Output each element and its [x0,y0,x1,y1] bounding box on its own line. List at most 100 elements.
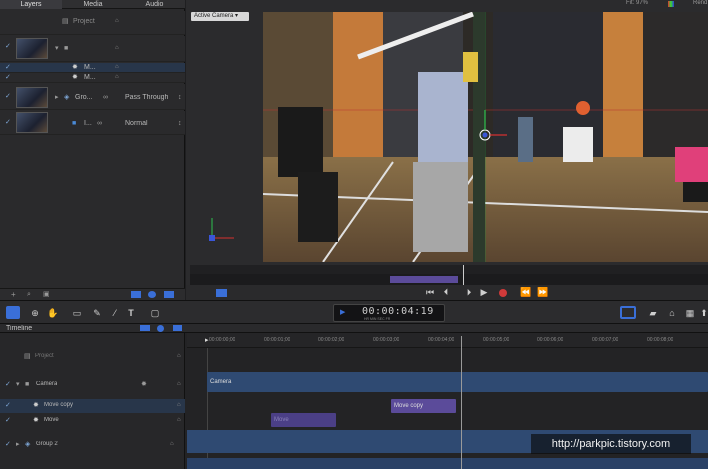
settings-icon[interactable]: ▣ [43,291,50,298]
lock-icon[interactable]: ⌂ [170,441,174,447]
visibility-checkbox[interactable]: ✓ [5,43,11,50]
lock-icon[interactable]: ⌂ [115,74,119,80]
visibility-checkbox[interactable]: ✓ [5,381,11,388]
timeline-layer-list: ▤ Project ⌂ ✓ ▾ ■ Camera ✸ ⌂ ✓ ✸ Move co… [0,333,185,469]
behavior-gear-icon: ✸ [33,402,39,409]
timecode-display[interactable]: ▶ 00:00:04:19 HR MIN SEC FR [333,304,445,322]
visibility-checkbox[interactable]: ✓ [5,64,11,71]
color-channels-icon[interactable] [668,1,674,7]
visibility-checkbox[interactable]: ✓ [5,402,11,409]
select-tool-icon[interactable] [6,306,20,319]
canvas-view-button[interactable] [620,306,636,319]
gym-scene-image [263,12,708,262]
lock-icon[interactable]: ⌂ [177,381,181,387]
link-icon: ∞ [97,120,102,127]
timeline-row-move-copy[interactable]: ✓ ✸ Move copy ⌂ [0,399,185,413]
mini-timeline-ruler[interactable] [190,265,708,274]
share-icon[interactable]: ⬆ [700,307,708,319]
generator-icon[interactable]: ⌂ [665,307,679,319]
search-icon[interactable]: ⌕ [27,291,31,298]
fit-label[interactable]: Fit: 97% [626,0,648,6]
next-keyframe-icon[interactable]: ⏩ [536,286,550,298]
tab-media[interactable]: Media [62,0,124,9]
project-label: Project [73,18,95,25]
lock-icon[interactable]: ⌂ [177,353,181,359]
timeline-view-button-2[interactable] [157,325,164,332]
disclosure-triangle-icon[interactable]: ▸ [55,94,59,101]
lock-icon[interactable]: ⌂ [115,18,119,24]
timeline-row-group-2[interactable]: ✓ ▸ ◈ Group 2 ⌂ [0,436,185,454]
layer-row-project[interactable]: ▤ Project ⌂ [0,11,185,35]
timeline-playhead[interactable] [461,336,462,469]
visibility-checkbox[interactable]: ✓ [5,74,11,81]
timeline-row-project[interactable]: ▤ Project ⌂ [0,347,185,367]
timeline-row-move[interactable]: ✓ ✸ Move ⌂ [0,414,185,428]
filters-icon[interactable]: ▦ [683,307,697,319]
audio-toggle-icon[interactable] [216,289,227,297]
prev-keyframe-icon[interactable]: ⏪ [519,286,533,298]
visibility-checkbox[interactable]: ✓ [5,119,11,126]
axis-gizmo-icon [209,218,234,241]
layer-row-image[interactable]: ✓ ■ I... ∞ Normal ↕ [0,111,185,135]
lock-icon[interactable]: ⌂ [115,64,119,70]
pan-tool-icon[interactable]: ✋ [46,307,60,319]
shape-tool-icon[interactable]: ▭ [70,307,84,319]
record-icon[interactable] [499,289,507,297]
layer-row-move[interactable]: ✓ ✸ M... ⌂ [0,73,185,83]
blend-mode-label[interactable]: Pass Through [125,94,168,101]
behavior-gear-icon: ✸ [72,74,78,81]
layer-row-group[interactable]: ✓ ▾ ■ ⌂ [0,36,185,62]
step-forward-icon[interactable]: ⏵ [462,286,476,298]
mini-timeline[interactable] [190,265,708,285]
timecode-units: HR MIN SEC FR [364,317,391,321]
brush-tool-icon[interactable]: ⁄ [108,307,122,319]
add-icon[interactable]: + [11,291,16,299]
layer-thumbnail [16,112,48,133]
stepper-icon[interactable]: ↕ [178,120,182,127]
go-to-start-icon[interactable]: ⏮ [423,286,437,298]
blend-mode-label[interactable]: Normal [125,120,148,127]
camera-clip[interactable]: Camera [207,372,708,392]
visibility-checkbox[interactable]: ✓ [5,417,11,424]
group-stack-icon: ◈ [25,441,31,448]
mask-tool-icon[interactable]: ▢ [148,307,162,319]
view-button-2[interactable] [148,291,156,298]
ruler-tick-label: 00:00:00;00 [209,337,236,343]
group-stack-icon: ◈ [64,94,70,101]
disclosure-triangle-icon[interactable]: ▾ [55,45,59,52]
stepper-icon[interactable]: ↕ [178,94,182,101]
timeline-view-button-3[interactable] [173,325,182,331]
layer-row-move-copy[interactable]: ✓ ✸ M... ⌂ [0,63,185,73]
canvas-video-frame[interactable] [263,12,708,262]
lock-icon[interactable]: ⌂ [177,417,181,423]
visibility-checkbox[interactable]: ✓ [5,93,11,100]
tab-audio[interactable]: Audio [124,0,185,9]
move-copy-clip[interactable]: Move copy [391,399,456,413]
move-clip[interactable]: Move [271,413,336,427]
view-button-3[interactable] [164,291,174,298]
active-camera-menu[interactable]: Active Camera ▾ [191,12,249,21]
timeline-ruler[interactable]: ▸ 00:00:00;00 00:00:01;00 00:00:02;00 00… [187,333,708,348]
image-layer-clip[interactable] [187,458,708,469]
mini-timeline-clip[interactable] [390,276,458,283]
lock-icon[interactable]: ⌂ [177,402,181,408]
mini-playhead[interactable] [463,265,464,285]
pen-tool-icon[interactable]: ✎ [90,307,104,319]
play-icon[interactable]: ▶ [477,286,491,298]
tab-layers[interactable]: Layers [0,0,62,9]
lock-icon[interactable]: ⌂ [115,45,119,51]
disclosure-triangle-icon[interactable]: ▾ [16,381,20,388]
step-back-icon[interactable]: ⏴ [439,286,453,298]
timeline-view-button-1[interactable] [140,325,150,331]
text-tool-icon[interactable]: T [124,307,138,319]
view-button-1[interactable] [131,291,141,298]
disclosure-triangle-icon[interactable]: ▸ [16,441,20,448]
transform-tool-icon[interactable]: ⊕ [28,307,42,319]
visibility-checkbox[interactable]: ✓ [5,441,11,448]
camera-label: Camera [36,381,58,387]
layer-row-group-2[interactable]: ✓ ▸ ◈ Gro... ∞ Pass Through ↕ [0,84,185,110]
timeline-row-camera[interactable]: ✓ ▾ ■ Camera ✸ ⌂ [0,374,185,396]
image-layer-label: I... [84,120,92,127]
render-label[interactable]: Rend [693,0,707,6]
camera-add-icon[interactable]: ▰ [643,307,663,319]
